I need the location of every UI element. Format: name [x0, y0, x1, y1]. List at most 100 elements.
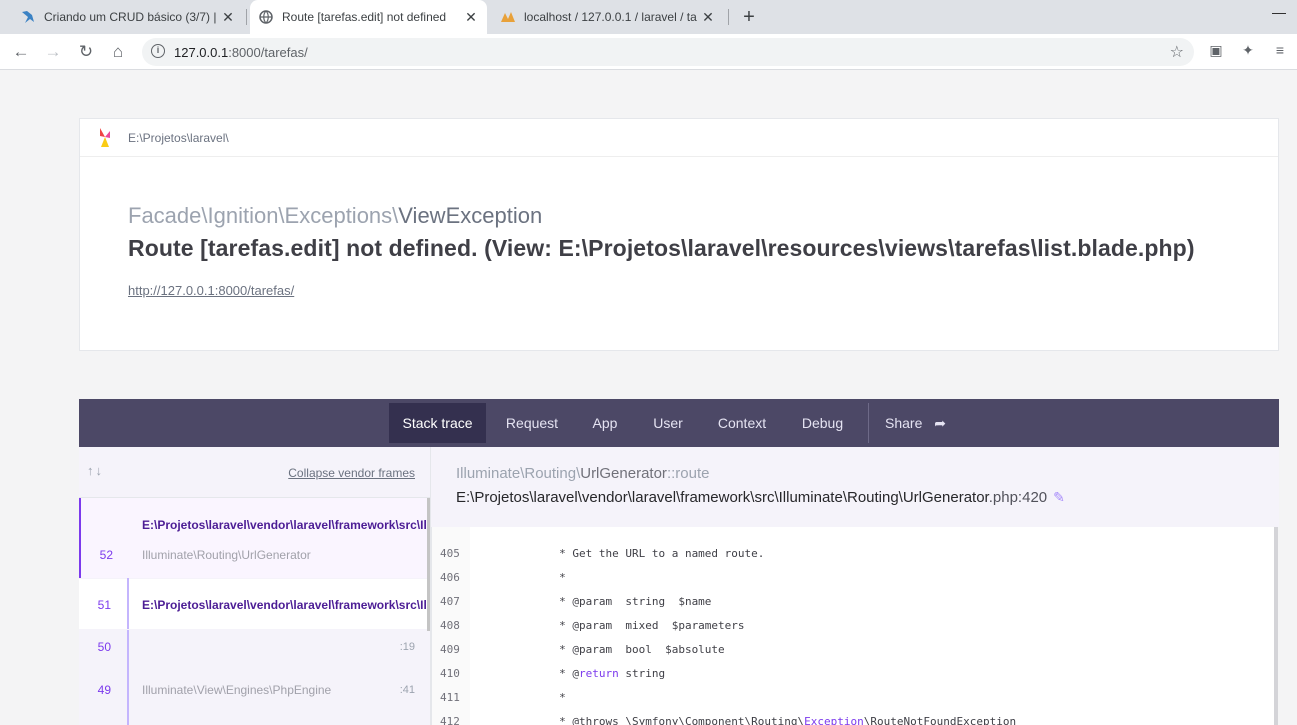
url-host: 127.0.0.1: [174, 45, 229, 60]
tab-crud[interactable]: Criando um CRUD básico (3/7) | E ✕: [12, 0, 244, 34]
frame-navigation-icon[interactable]: ↑↓: [87, 463, 104, 478]
line-text-part: * @: [526, 667, 579, 680]
home-icon[interactable]: ⌂: [106, 40, 130, 64]
tab-context[interactable]: Context: [710, 403, 774, 443]
code-snippet: 405 * Get the URL to a named route. 406 …: [431, 527, 1277, 725]
phpmyadmin-icon: [500, 9, 516, 25]
laravel-bird-icon: [20, 9, 36, 25]
ignition-tabs: Stack trace Request App User Context Deb…: [79, 399, 1279, 447]
line-text-part: * @throws \Symfony\Component\Routing\: [526, 715, 805, 725]
line-text-part: string: [618, 667, 666, 680]
frame-number: 51: [97, 598, 111, 612]
frame-file: E:\Projetos\laravel\vendor\laravel\frame…: [142, 518, 428, 532]
line-number: 405: [440, 547, 460, 560]
reload-icon[interactable]: ↻: [74, 40, 98, 64]
stack-frame-49[interactable]: 49 Illuminate\View\Engines\PhpEngine :41: [79, 672, 427, 725]
project-path: E:\Projetos\laravel\: [128, 131, 229, 145]
tab-strip: Criando um CRUD básico (3/7) | E ✕ Route…: [0, 0, 1297, 34]
tab-stack-trace[interactable]: Stack trace: [389, 403, 486, 443]
stack-header: ↑↓ Collapse vendor frames: [79, 447, 430, 498]
exception-message: Route [tarefas.edit] not defined. (View:…: [128, 235, 1195, 261]
line-number: 408: [440, 619, 460, 632]
line-text: * @return string: [526, 667, 665, 680]
line-number: 407: [440, 595, 460, 608]
address-bar[interactable]: i 127.0.0.1:8000/tarefas/ ☆: [142, 38, 1194, 66]
share-arrow-icon: ➦: [934, 415, 946, 431]
exception-class: Facade\Ignition\Exceptions\ViewException: [128, 203, 542, 229]
project-path-bar: E:\Projetos\laravel\: [80, 119, 1278, 157]
pencil-edit-icon[interactable]: ✎: [1053, 489, 1065, 505]
code-line: 408 * @param mixed $parameters: [432, 614, 1277, 638]
frame-line: :41: [399, 684, 415, 696]
close-icon[interactable]: ✕: [220, 9, 236, 26]
frame-number: 49: [97, 683, 111, 697]
tab-debug[interactable]: Debug: [794, 403, 851, 443]
frame-method: Illuminate\Routing\UrlGenerator::route: [456, 465, 709, 482]
line-text: * @throws \Symfony\Component\Routing\Exc…: [526, 715, 1016, 725]
code-line: 411 *: [432, 686, 1277, 710]
frame-group-line: [127, 630, 129, 725]
stack-frame-52[interactable]: E:\Projetos\laravel\vendor\laravel\frame…: [79, 498, 428, 578]
back-icon[interactable]: ←: [9, 40, 33, 64]
line-number: 409: [440, 643, 460, 656]
url-text: 127.0.0.1:8000/tarefas/: [174, 45, 308, 60]
keyword: return: [578, 667, 619, 680]
code-line: 410 * @return string: [432, 662, 1277, 686]
method-class: UrlGenerator: [580, 465, 667, 482]
line-number: 412: [440, 715, 460, 725]
code-line: 405 * Get the URL to a named route.: [432, 542, 1277, 566]
share-label: Share: [885, 415, 923, 431]
tab-phpmyadmin[interactable]: localhost / 127.0.0.1 / laravel / ta ✕: [492, 0, 724, 34]
line-text: * @param string $name: [526, 595, 712, 608]
tab-app[interactable]: App: [585, 403, 625, 443]
line-number: 406: [440, 571, 460, 584]
stack-frame-51[interactable]: E:\Projetos\laravel\vendor\laravel\frame…: [79, 579, 428, 629]
close-icon[interactable]: ✕: [463, 9, 479, 26]
ignition-logo-icon: [98, 128, 112, 148]
code-scrollbar[interactable]: [1274, 527, 1278, 725]
frame-class: Illuminate\Routing\UrlGenerator: [142, 548, 311, 562]
error-header-card: E:\Projetos\laravel\ Facade\Ignition\Exc…: [79, 118, 1279, 351]
tab-route-error[interactable]: Route [tarefas.edit] not defined ✕: [250, 0, 487, 34]
tab-request[interactable]: Request: [496, 403, 568, 443]
line-number: 411: [440, 691, 460, 704]
file-ext-line: .php:420: [988, 489, 1048, 506]
collapse-vendor-frames-link[interactable]: Collapse vendor frames: [288, 466, 415, 480]
stack-frame-50[interactable]: 50 :19: [79, 630, 427, 672]
globe-icon: [258, 9, 274, 25]
browser-toolbar: ← → ↻ ⌂ i 127.0.0.1:8000/tarefas/ ☆ ▣ ✦ …: [0, 34, 1297, 70]
file-path: E:\Projetos\laravel\vendor\laravel\frame…: [456, 489, 989, 506]
tab-title: localhost / 127.0.0.1 / laravel / ta: [524, 10, 697, 24]
tab-title: Criando um CRUD básico (3/7) | E: [44, 10, 220, 24]
request-url-link[interactable]: http://127.0.0.1:8000/tarefas/: [128, 283, 294, 298]
close-icon[interactable]: ✕: [700, 9, 716, 26]
share-button[interactable]: Share ➦: [885, 403, 957, 443]
reading-list-icon[interactable]: ≡: [1270, 42, 1290, 62]
line-number: 410: [440, 667, 460, 680]
site-info-icon[interactable]: i: [151, 44, 165, 58]
line-text: * @param mixed $parameters: [526, 619, 745, 632]
frame-group-line: [127, 578, 129, 629]
stack-trace-panel: ↑↓ Collapse vendor frames E:\Projetos\la…: [79, 447, 431, 725]
minimize-icon[interactable]: —: [1272, 4, 1286, 20]
code-line: 412 * @throws \Symfony\Component\Routing…: [432, 710, 1277, 725]
line-text-part: \RouteNotFoundException: [863, 715, 1017, 725]
tab-separator: [728, 9, 729, 25]
frame-line: :19: [399, 641, 415, 653]
tab-user[interactable]: User: [646, 403, 690, 443]
frame-number: 52: [99, 548, 113, 562]
tab-separator: [246, 9, 247, 25]
bookmark-star-icon[interactable]: ☆: [1170, 42, 1184, 62]
new-tab-button[interactable]: +: [737, 5, 761, 29]
line-text: * Get the URL to a named route.: [526, 547, 765, 560]
method-name: ::route: [666, 465, 710, 482]
line-text: * @param bool $absolute: [526, 643, 725, 656]
exception-name: ViewException: [398, 203, 543, 228]
forward-icon[interactable]: →: [41, 40, 65, 64]
extensions-icon[interactable]: ✦: [1238, 42, 1258, 62]
code-line: 409 * @param bool $absolute: [432, 638, 1277, 662]
frame-number: 50: [97, 640, 111, 654]
url-path: :8000/tarefas/: [228, 45, 308, 60]
nav-divider: [868, 403, 869, 443]
screenshot-icon[interactable]: ▣: [1206, 42, 1226, 62]
